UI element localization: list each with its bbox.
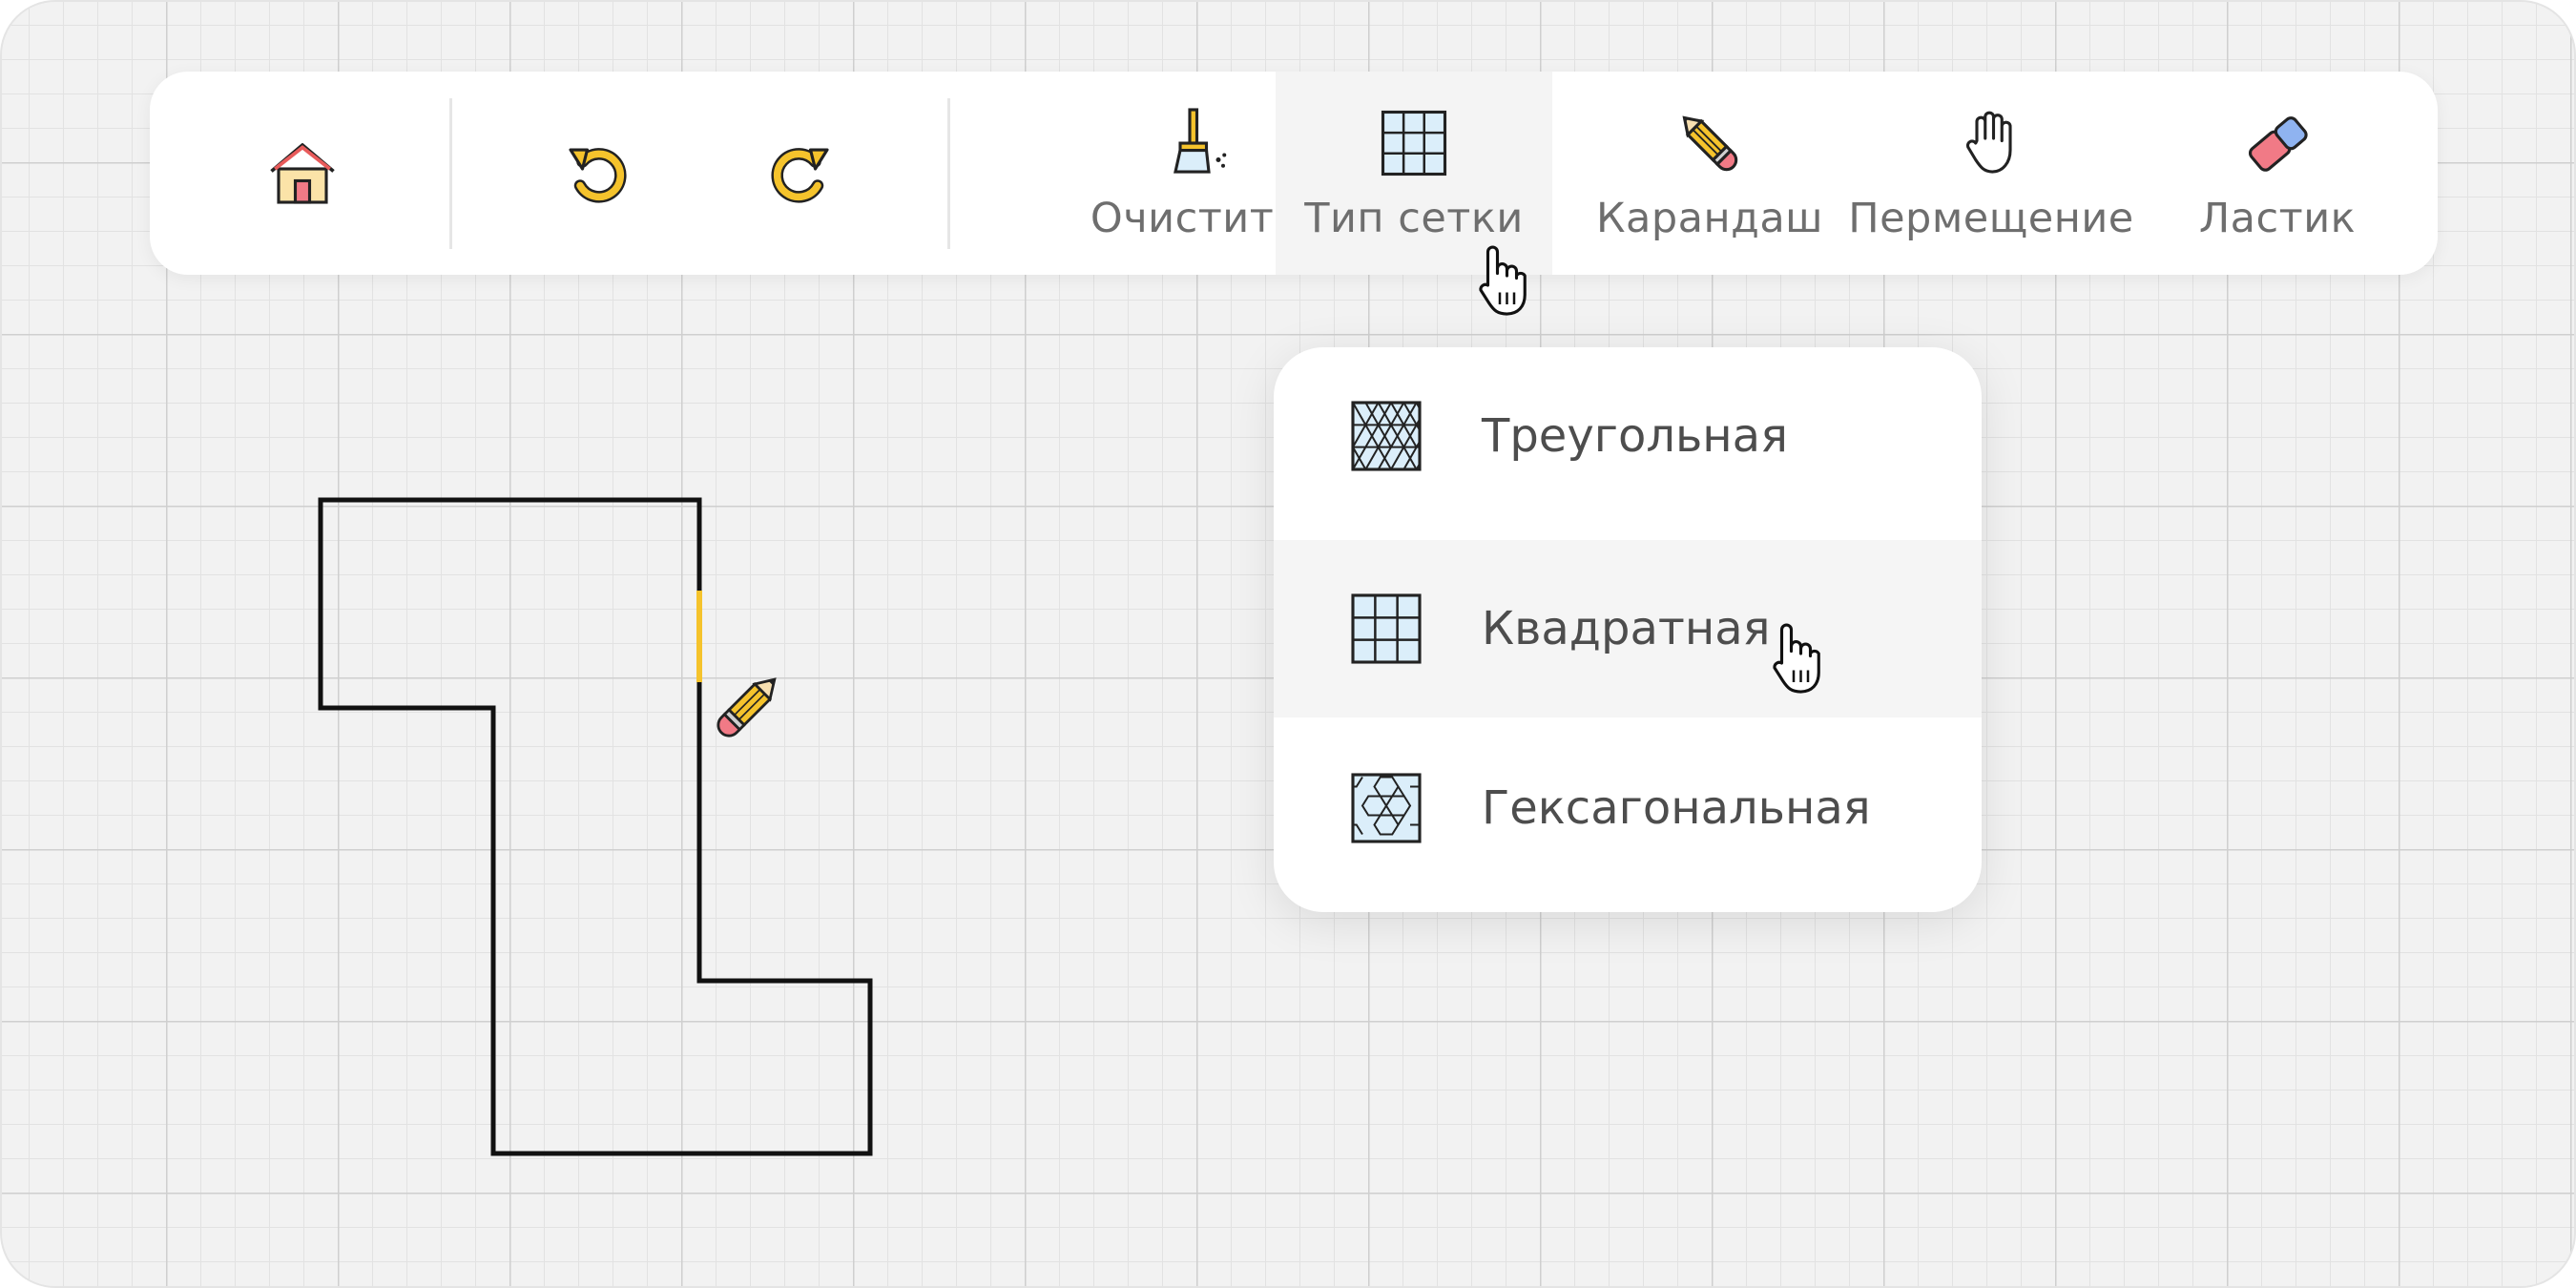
undo-button[interactable]: [551, 72, 647, 275]
drawing-canvas[interactable]: Очистить Тип сетки Карандаш Пермещение Л…: [0, 0, 2576, 1288]
menu-item-triangular[interactable]: Треугольная: [1274, 347, 1982, 525]
grid-type-label: Тип сетки: [1304, 194, 1524, 242]
undo-icon: [569, 147, 627, 203]
toolbar: Очистить Тип сетки Карандаш Пермещение Л…: [150, 72, 2438, 275]
pencil-button[interactable]: Карандаш: [1581, 72, 1839, 275]
pencil-icon: [1682, 114, 1738, 171]
eraser-button[interactable]: Ластик: [2153, 72, 2401, 275]
square-grid-icon: [1351, 593, 1422, 664]
hexagon-grid-icon: [1351, 773, 1422, 843]
broom-icon: [1174, 107, 1227, 174]
square-grid-icon: [1381, 110, 1447, 176]
triangle-grid-icon: [1351, 401, 1422, 471]
hand-icon: [1965, 111, 2012, 174]
pencil-label: Карандаш: [1595, 194, 1824, 242]
pencil-cursor-icon: [717, 677, 777, 737]
menu-item-hexagonal[interactable]: Гексагональная: [1274, 719, 1982, 897]
redo-icon: [771, 147, 829, 203]
home-icon: [270, 142, 335, 204]
hand-cursor-icon: [1479, 245, 1527, 316]
move-label: Пермещение: [1848, 194, 2134, 242]
clear-label: Очистить: [1090, 194, 1299, 242]
toolbar-separator: [947, 98, 950, 249]
menu-item-label: Гексагональная: [1482, 781, 1871, 835]
move-button[interactable]: Пермещение: [1839, 72, 2144, 275]
home-button[interactable]: [250, 72, 355, 275]
menu-item-label: Квадратная: [1482, 602, 1771, 655]
eraser-label: Ластик: [2198, 194, 2357, 242]
toolbar-separator: [449, 98, 452, 249]
grid-type-menu: Треугольная Квадратная Гексагональная: [1274, 347, 1982, 912]
menu-item-square[interactable]: Квадратная: [1274, 540, 1982, 717]
menu-item-label: Треугольная: [1482, 409, 1788, 463]
redo-button[interactable]: [751, 72, 846, 275]
eraser-icon: [2248, 115, 2308, 172]
hand-cursor-icon: [1773, 623, 1820, 694]
